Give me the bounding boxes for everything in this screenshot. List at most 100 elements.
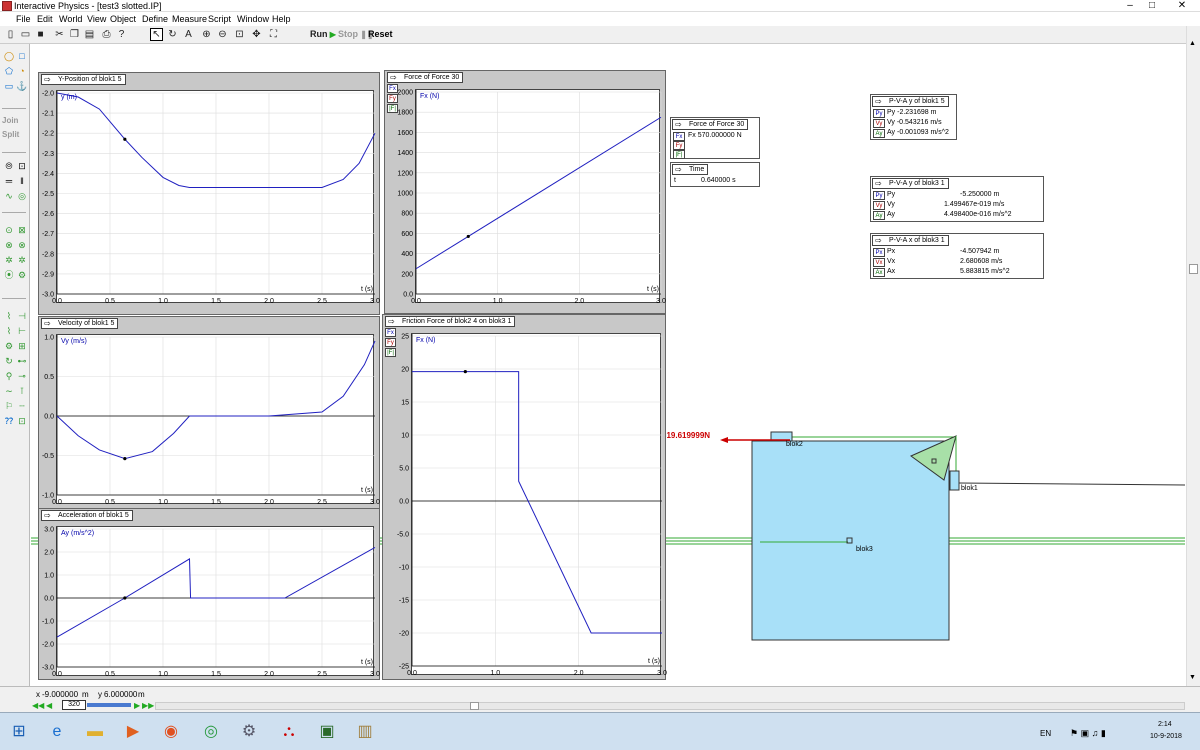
meter-pva-y-blok1[interactable]: ⇨ P-V-A y of blok1 5 Py Vy Ay Py -2.23169…	[870, 94, 957, 140]
closed-slot-icon[interactable]: ◎	[16, 190, 28, 202]
plot-area[interactable]: 3.0 2.0 1.0 0.0 -1.0 -2.0 -3.0 0.0 0.5 1.0 1.5 2.0 2…	[42, 526, 380, 678]
arrow-tool-icon[interactable]: ↖	[150, 28, 163, 41]
language-indicator[interactable]: EN	[1040, 729, 1051, 738]
f-magnitude-toggle[interactable]: |F|	[385, 348, 396, 357]
curved-slot-joint-icon[interactable]: ✲	[3, 254, 15, 266]
motor-joint-icon[interactable]: ⦿	[3, 269, 15, 281]
meter-pva-x-blok3[interactable]: ⇨ P-V-A x of blok3 1 Px Vx Ax Px Vx Ax -4…	[870, 233, 1044, 279]
tape-progress[interactable]	[87, 703, 131, 707]
pulley-tool-icon[interactable]: ⊢	[16, 325, 28, 337]
menu-edit[interactable]: Edit	[37, 12, 53, 26]
f-magnitude-toggle[interactable]: |F|	[673, 150, 685, 159]
ay-toggle[interactable]: Ay	[873, 129, 885, 138]
text-tool-icon[interactable]: A	[182, 28, 195, 41]
graph-title-bar[interactable]: ⇨ Y-Position of blok1 5	[41, 74, 126, 85]
plot-area[interactable]: 1.0 0.5 0.0 -0.5 -1.0 0.0 0.5 1.0 1.5 2.0 2.5 3.0 Vy…	[42, 334, 380, 506]
square-tool-icon[interactable]: ▭	[3, 80, 15, 92]
chrome-icon[interactable]: ◎	[196, 717, 226, 747]
pin-joint-icon[interactable]: ⊙	[3, 224, 15, 236]
spring-tool-icon[interactable]: ⌇	[3, 310, 15, 322]
control-tool-icon[interactable]: ⊡	[16, 415, 28, 427]
reset-button[interactable]: Reset	[368, 28, 393, 41]
settings-icon[interactable]: ⚙	[234, 717, 264, 747]
gear-tool-icon[interactable]: ⚙	[3, 340, 15, 352]
fy-toggle[interactable]: Fy	[673, 141, 685, 150]
f-magnitude-toggle[interactable]: |F|	[387, 104, 398, 113]
slot-joint-icon[interactable]: ⊗	[3, 239, 15, 251]
meter-title-bar[interactable]: ⇨ Force of Force 30	[672, 119, 749, 130]
vx-toggle[interactable]: Vx	[873, 258, 885, 267]
vy-toggle[interactable]: Vy	[873, 119, 885, 128]
zoom-out-icon[interactable]: ⊖	[216, 28, 229, 41]
split-button[interactable]: Split	[2, 130, 19, 139]
plot-area[interactable]: 25 20 15 10 5.0 0.0 -5.0 -10 -15 -20 -25 0.0 1.0 2.0 3…	[397, 333, 667, 677]
tape-rewind-icon[interactable]: ◀◀	[32, 701, 44, 710]
rectangle-tool-icon[interactable]: □	[16, 50, 28, 62]
ax-toggle[interactable]: Ax	[873, 268, 885, 277]
tape-step-back-icon[interactable]: ◀	[46, 701, 52, 710]
meter-title-bar[interactable]: ⇨ Time	[672, 164, 709, 175]
zoom-in-icon[interactable]: ⊕	[200, 28, 213, 41]
file-explorer-icon[interactable]: ▬	[80, 717, 110, 747]
py-toggle[interactable]: Py	[873, 191, 885, 200]
separator-tool-icon[interactable]: ∼	[3, 385, 15, 397]
slot-tool-icon[interactable]: ═	[3, 175, 15, 187]
graph-friction-force[interactable]: ⇨ Friction Force of blok2 4 on blok3 1 Fx…	[382, 314, 667, 680]
force-tool-icon[interactable]: ⚲	[3, 370, 15, 382]
fy-toggle[interactable]: Fy	[385, 338, 396, 347]
menu-file[interactable]: File	[16, 12, 31, 26]
meter-force[interactable]: ⇨ Force of Force 30 Fx Fy |F| Fx 570.0000…	[670, 117, 760, 159]
tape-step-forward-icon[interactable]: ▶	[134, 701, 140, 710]
app-window-icon[interactable]: ▣	[312, 717, 342, 747]
actuator-tool-icon[interactable]: ↻	[3, 355, 15, 367]
meter-title-bar[interactable]: ⇨ P-V-A y of blok1 5	[872, 96, 949, 107]
rotate-tool-icon[interactable]: ↻	[166, 28, 179, 41]
horizontal-scrollbar[interactable]	[155, 702, 1185, 710]
save-icon[interactable]: ■	[34, 28, 47, 41]
menu-measure[interactable]: Measure	[172, 12, 207, 26]
graph-title-bar[interactable]: ⇨ Velocity of blok1 5	[41, 318, 119, 329]
meter-time[interactable]: ⇨ Time t 0.640000 s	[670, 162, 760, 187]
ie-browser-icon[interactable]: e	[42, 717, 72, 747]
menu-object[interactable]: Object	[110, 12, 136, 26]
vertical-scrollbar[interactable]: ▲ ▼	[1186, 26, 1200, 686]
acrobat-icon[interactable]: ⛬	[274, 717, 304, 747]
menu-window[interactable]: Window	[237, 12, 269, 26]
linear-actuator-icon[interactable]: ⊷	[16, 355, 28, 367]
curved-body-icon[interactable]: ◔	[16, 65, 28, 77]
frame-icon[interactable]: ⛶	[267, 28, 280, 41]
anchor-tool-icon[interactable]: ⚓	[16, 80, 28, 92]
px-toggle[interactable]: Px	[873, 248, 885, 257]
circle-tool-icon[interactable]: ◯	[3, 50, 15, 62]
fx-toggle[interactable]: Fx	[673, 132, 685, 141]
clock-date[interactable]: 10-9-2018	[1150, 733, 1182, 740]
fx-toggle[interactable]: Fx	[387, 84, 398, 93]
media-player-icon[interactable]: ▶	[118, 717, 148, 747]
run-button[interactable]: Run ▶	[310, 28, 336, 41]
rigid-joint-icon[interactable]: ⊠	[16, 224, 28, 236]
close-button[interactable]: ✕	[1164, 0, 1200, 12]
graph-title-bar[interactable]: ⇨ Friction Force of blok2 4 on blok3 1	[385, 316, 516, 327]
scroll-up-icon[interactable]: ▲	[1189, 40, 1196, 47]
start-icon[interactable]: ⊞	[4, 717, 34, 747]
scroll-down-icon[interactable]: ▼	[1189, 674, 1196, 681]
zoom-fit-icon[interactable]: ⊡	[233, 28, 246, 41]
help-pointer-icon[interactable]: ?	[115, 28, 128, 41]
maximize-button[interactable]: □	[1142, 0, 1162, 12]
dotted-tool-icon[interactable]: ┄	[16, 400, 28, 412]
cut-icon[interactable]: ✂	[53, 28, 66, 41]
graph-title-bar[interactable]: ⇨ Acceleration of blok1 5	[41, 510, 133, 521]
tape-end-icon[interactable]: ▶▶	[142, 701, 154, 710]
question-tool-icon[interactable]: ⁇	[3, 415, 15, 427]
keyed-curved-icon[interactable]: ✲	[16, 254, 28, 266]
point-tool-icon[interactable]: ⦾	[3, 160, 15, 172]
graph-velocity[interactable]: ⇨ Velocity of blok1 5 1.0 0.5 0.0 -0.5 -1.0 0.…	[38, 316, 380, 510]
copy-icon[interactable]: ❐	[68, 28, 81, 41]
graph-force[interactable]: ⇨ Force of Force 30 Fx Fy |F| 0.0 200 400 60…	[384, 70, 666, 314]
rod-tool-icon[interactable]: ⊞	[16, 340, 28, 352]
paste-icon[interactable]: ▤	[83, 28, 96, 41]
menu-world[interactable]: World	[59, 12, 82, 26]
keyed-slot-icon[interactable]: ⊗	[16, 239, 28, 251]
torque-tool-icon[interactable]: ⊸	[16, 370, 28, 382]
menu-define[interactable]: Define	[142, 12, 168, 26]
